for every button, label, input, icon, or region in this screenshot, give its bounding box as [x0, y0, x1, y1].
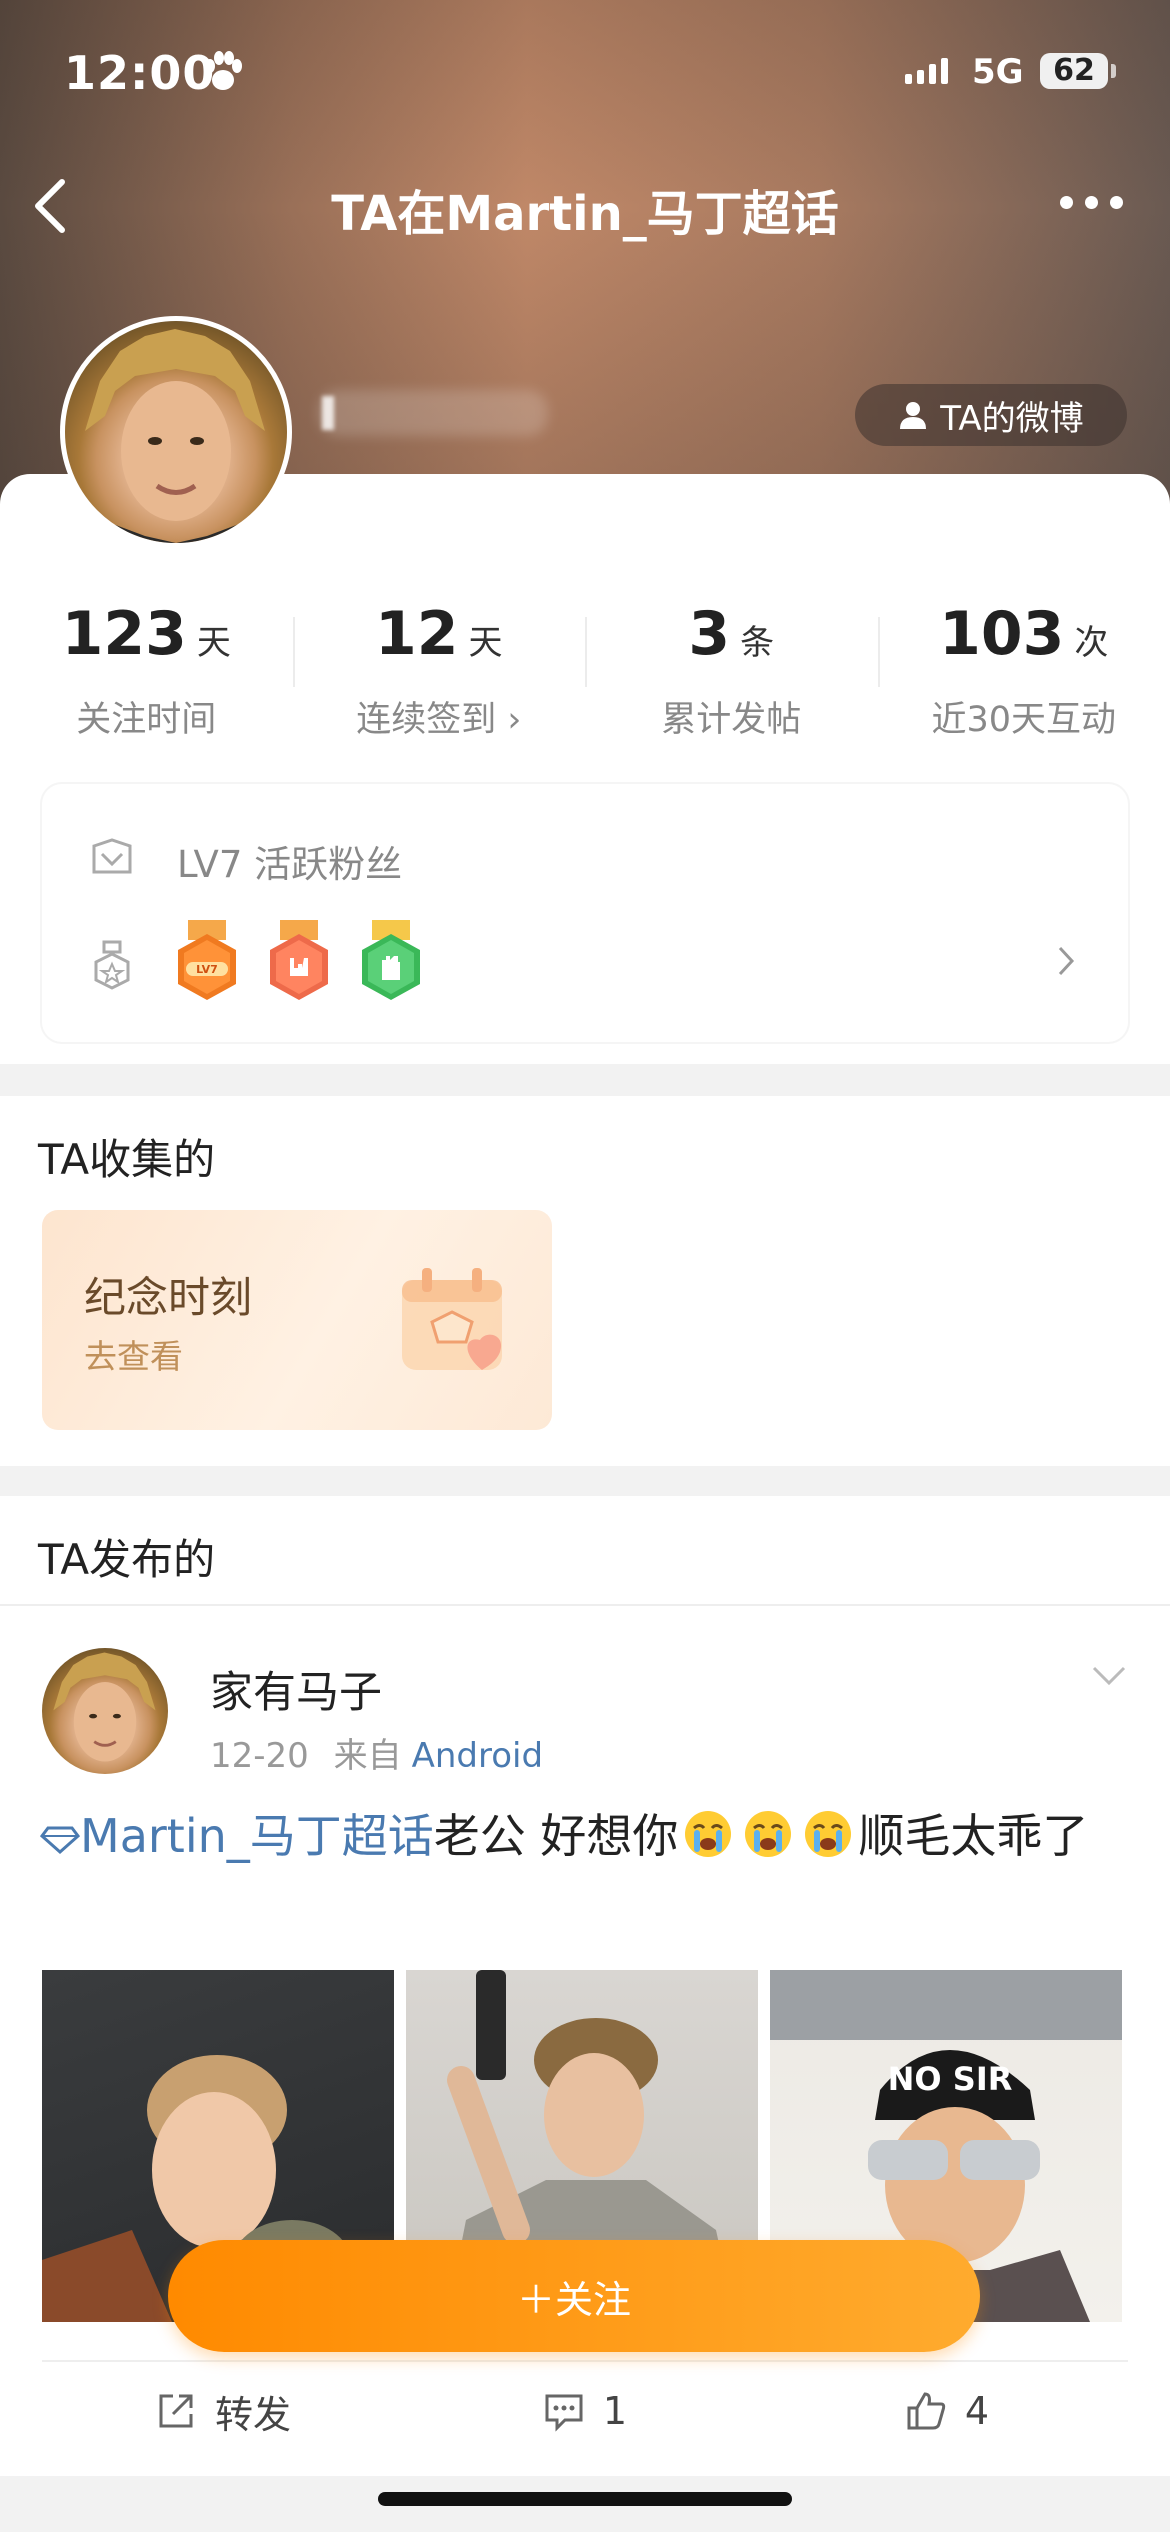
more-options-icon[interactable]	[1060, 196, 1123, 209]
stat-unit: 天	[196, 623, 231, 663]
post-text-part1: 老公 好想你	[433, 1809, 679, 1863]
stat-unit: 天	[468, 623, 503, 663]
memo-view-link: 去查看	[84, 1337, 183, 1376]
repost-label: 转发	[214, 2392, 291, 2437]
post-text-part2: 顺毛太乖了	[858, 1809, 1089, 1863]
post-author-avatar[interactable]	[42, 1648, 168, 1774]
stat-interactions: 103 次 近30天互动	[877, 599, 1170, 742]
fan-level-text: LV7 活跃粉丝	[177, 843, 403, 886]
stat-checkin[interactable]: 12 天 连续签到 ›	[292, 599, 586, 742]
username-blurred	[318, 390, 548, 436]
top-nav: TA在Martin_马丁超话	[0, 160, 1170, 250]
memorial-moment-card[interactable]: 纪念时刻 去查看	[42, 1210, 552, 1430]
stat-label: 累计发帖	[661, 700, 802, 740]
status-bar: 12:00 5G 62	[0, 0, 1170, 150]
stat-follow-time: 123 天 关注时间	[0, 599, 293, 742]
stat-value: 103	[939, 599, 1065, 669]
username-blurred-mark	[322, 396, 334, 430]
stat-value: 12	[375, 599, 459, 669]
status-time: 12:00	[64, 46, 216, 100]
post-meta: 12-20 来自 Android	[210, 1728, 543, 1777]
profile-card: 123 天 关注时间 12 天 连续签到 › 3条 累计发帖 103 次 近30天互动…	[0, 474, 1170, 1064]
comment-icon	[545, 2394, 583, 2432]
calendar-heart-icon	[402, 1268, 502, 1370]
topic-link[interactable]: Martin_马丁超话	[80, 1809, 434, 1863]
stats-row: 123 天 关注时间 12 天 连续签到 › 3条 累计发帖 103 次 近30天互动	[0, 599, 1170, 742]
chevron-right-icon[interactable]	[1052, 942, 1080, 980]
stat-label: 关注时间	[76, 700, 217, 740]
hand-badge-icon	[362, 920, 420, 1000]
network-type: 5G	[972, 52, 1024, 92]
post-actions: 转发 1 4	[42, 2360, 1128, 2460]
ta-weibo-label: TA的微博	[940, 398, 1084, 439]
comment-count: 1	[602, 2389, 628, 2433]
crying-emoji-icon	[805, 1811, 852, 1857]
comment-button[interactable]: 1	[404, 2362, 766, 2460]
stat-label: 连续签到 ›	[356, 700, 522, 740]
medal-icon	[94, 940, 130, 990]
memo-title: 纪念时刻	[84, 1273, 253, 1322]
badge-list: LV7	[174, 920, 424, 1004]
follow-button[interactable]: ＋关注	[168, 2240, 980, 2352]
posts-title: TA发布的	[38, 1535, 216, 1584]
collect-section: TA收集的 纪念时刻 去查看	[0, 1096, 1170, 1466]
user-icon	[900, 402, 927, 429]
chevron-down-icon[interactable]	[1090, 1664, 1128, 1688]
topic-diamond-icon	[40, 1826, 80, 1854]
signal-icon	[905, 58, 948, 84]
post-source[interactable]: Android	[412, 1736, 543, 1776]
stat-value: 123	[61, 599, 187, 669]
lv7-badge-text: LV7	[196, 963, 218, 976]
share-icon	[159, 2394, 193, 2428]
fan-level-card[interactable]: LV7 活跃粉丝 LV7	[42, 784, 1128, 1042]
home-indicator	[378, 2492, 792, 2506]
like-button[interactable]: 4	[766, 2362, 1128, 2460]
post-author-name[interactable]: 家有马子	[210, 1658, 382, 1720]
stat-posts: 3条 累计发帖	[585, 599, 878, 742]
crying-emoji-icon	[685, 1811, 732, 1857]
paw-icon	[205, 51, 242, 90]
post-source-prefix: 来自	[333, 1736, 402, 1776]
stat-value: 3	[688, 599, 731, 669]
rock-hand-badge-icon	[270, 920, 328, 1000]
collect-title: TA收集的	[38, 1135, 216, 1184]
post-date: 12-20	[210, 1736, 309, 1776]
divider	[0, 1604, 1170, 1606]
page-title: TA在Martin_马丁超话	[331, 186, 839, 242]
post-text: Martin_马丁超话老公 好想你 顺毛太乖了	[40, 1801, 1140, 1871]
repost-button[interactable]: 转发	[42, 2362, 404, 2460]
crying-emoji-icon	[745, 1811, 792, 1857]
profile-avatar[interactable]	[60, 316, 292, 548]
battery-indicator: 62	[1040, 53, 1116, 89]
thumbs-up-icon	[907, 2392, 946, 2430]
stat-unit: 次	[1074, 623, 1109, 663]
cap-text: NO SIR	[888, 2060, 1013, 2098]
ta-weibo-button[interactable]: TA的微博	[855, 384, 1127, 446]
crown-shield-icon	[92, 838, 132, 874]
stat-label: 近30天互动	[931, 700, 1117, 740]
stat-unit: 条	[740, 623, 775, 663]
like-count: 4	[964, 2389, 990, 2433]
lv7-badge-icon: LV7	[178, 920, 236, 1000]
